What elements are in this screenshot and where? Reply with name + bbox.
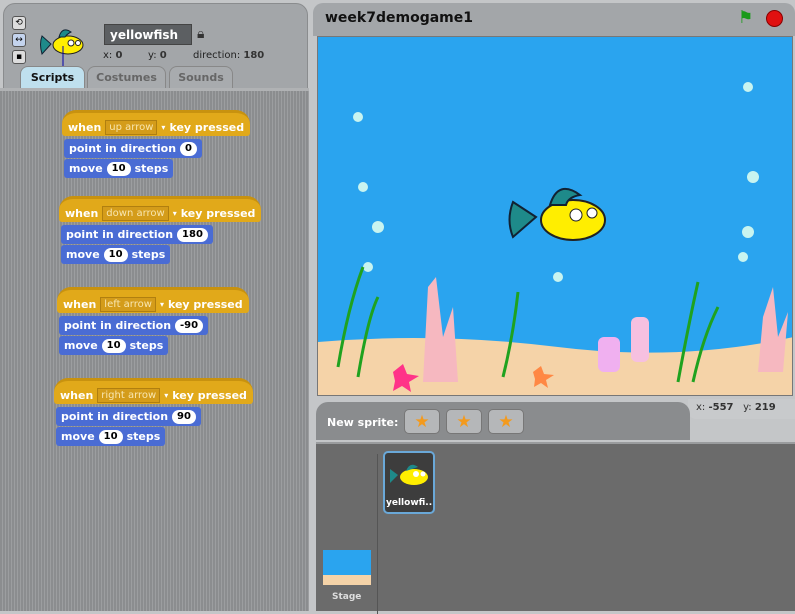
- block-text: steps: [126, 430, 161, 443]
- block-text: point in direction: [69, 142, 177, 155]
- chevron-down-icon: ▾: [161, 123, 166, 132]
- block-text: steps: [131, 248, 166, 261]
- direction-input[interactable]: 180: [177, 227, 208, 242]
- point-in-direction-block[interactable]: point in direction -90: [59, 316, 209, 335]
- scripts-area[interactable]: when up arrow ▾ key pressed point in direct…: [0, 88, 309, 611]
- move-steps-block[interactable]: move 10 steps: [56, 427, 166, 446]
- green-flag-icon[interactable]: ⚑: [738, 8, 753, 28]
- stop-sign-icon[interactable]: [766, 10, 783, 27]
- key-dropdown[interactable]: left arrow: [100, 297, 156, 312]
- stage-header: week7demogame1 ⚑: [313, 3, 795, 36]
- block-text: move: [66, 248, 100, 261]
- tab-sounds[interactable]: Sounds: [169, 66, 233, 88]
- folder-star-icon: ★: [456, 412, 472, 432]
- lock-icon[interactable]: 🔒︎: [197, 26, 204, 42]
- stage[interactable]: [317, 36, 793, 396]
- question-star-icon: ★: [498, 412, 514, 432]
- block-text: point in direction: [64, 319, 172, 332]
- block-text: steps: [129, 339, 164, 352]
- paint-star-icon: ★: [414, 412, 430, 432]
- tab-scripts[interactable]: Scripts: [20, 66, 85, 88]
- direction-input[interactable]: -90: [175, 318, 204, 333]
- sprite-name-field[interactable]: yellowfish: [104, 24, 192, 45]
- move-steps-block[interactable]: move 10 steps: [61, 245, 171, 264]
- move-steps-block[interactable]: move 10 steps: [59, 336, 169, 355]
- sprite-x: x: 0: [103, 50, 123, 61]
- new-sprite-label: New sprite:: [327, 416, 399, 429]
- block-text: steps: [134, 162, 169, 175]
- rotate-all-around-button[interactable]: ⟲: [12, 16, 26, 30]
- mouse-coordinates: x: -557 y: 219: [688, 399, 795, 419]
- stage-backdrop: [318, 37, 792, 395]
- stage-thumbnail[interactable]: [323, 550, 371, 585]
- key-dropdown[interactable]: up arrow: [105, 120, 158, 135]
- choose-sprite-from-file-button[interactable]: ★: [446, 409, 482, 434]
- key-dropdown[interactable]: right arrow: [97, 388, 161, 403]
- steps-input[interactable]: 10: [98, 429, 123, 444]
- block-text: move: [69, 162, 103, 175]
- point-in-direction-block[interactable]: point in direction 90: [56, 407, 201, 426]
- steps-input[interactable]: 10: [103, 247, 128, 262]
- steps-input[interactable]: 10: [106, 161, 131, 176]
- when-key-pressed-block[interactable]: when right arrow ▾ key pressed: [54, 378, 253, 404]
- when-key-pressed-block[interactable]: when left arrow ▾ key pressed: [57, 287, 249, 313]
- point-in-direction-block[interactable]: point in direction 0: [64, 139, 202, 158]
- sprite-thumbnail[interactable]: yellowfi..: [383, 451, 435, 514]
- sprite-direction: direction: 180: [193, 50, 265, 61]
- chevron-down-icon: ▾: [164, 391, 169, 400]
- block-text: when: [68, 121, 102, 134]
- block-text: move: [61, 430, 95, 443]
- when-key-pressed-block[interactable]: when down arrow ▾ key pressed: [59, 196, 262, 222]
- paint-new-sprite-button[interactable]: ★: [404, 409, 440, 434]
- chevron-down-icon: ▾: [159, 300, 164, 309]
- block-text: when: [60, 389, 94, 402]
- block-text: key pressed: [180, 207, 256, 220]
- new-sprite-bar: New sprite: ★ ★ ★: [316, 402, 690, 440]
- chevron-down-icon: ▾: [172, 209, 177, 218]
- random-sprite-button[interactable]: ★: [488, 409, 524, 434]
- block-text: key pressed: [169, 121, 245, 134]
- tab-costumes[interactable]: Costumes: [87, 66, 166, 88]
- steps-input[interactable]: 10: [101, 338, 126, 353]
- stage-label: Stage: [332, 592, 362, 602]
- point-in-direction-block[interactable]: point in direction 180: [61, 225, 213, 244]
- block-text: point in direction: [66, 228, 174, 241]
- fish-thumbnail-icon: [390, 464, 428, 485]
- project-title: week7demogame1: [325, 10, 473, 26]
- sprite-thumbnail-label: yellowfi..: [386, 498, 433, 508]
- divider: [377, 454, 378, 614]
- sprite-fish-icon: [40, 29, 84, 68]
- sprite-y: y: 0: [148, 50, 167, 61]
- block-text: point in direction: [61, 410, 169, 423]
- block-text: when: [63, 298, 97, 311]
- when-key-pressed-block[interactable]: when up arrow ▾ key pressed: [62, 110, 251, 136]
- block-text: key pressed: [172, 389, 247, 402]
- move-steps-block[interactable]: move 10 steps: [64, 159, 174, 178]
- block-text: move: [64, 339, 98, 352]
- direction-input[interactable]: 0: [180, 141, 197, 156]
- block-text: key pressed: [167, 298, 243, 311]
- block-text: when: [65, 207, 99, 220]
- dont-rotate-button[interactable]: ▪: [12, 50, 26, 64]
- left-right-button[interactable]: ↔: [12, 33, 26, 47]
- key-dropdown[interactable]: down arrow: [102, 206, 169, 221]
- direction-input[interactable]: 90: [172, 409, 196, 424]
